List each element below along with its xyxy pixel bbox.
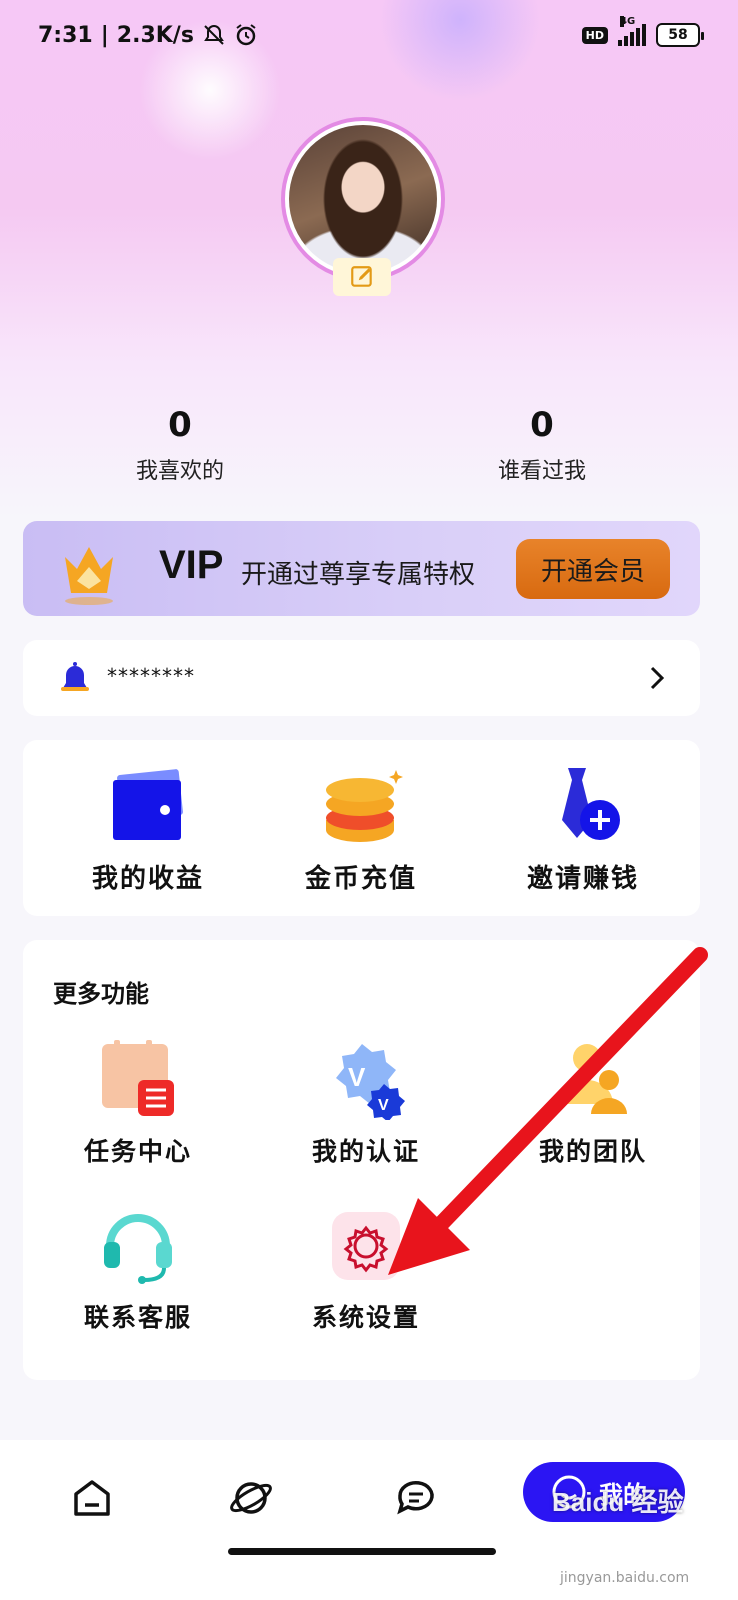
tab-home[interactable] — [62, 1468, 122, 1528]
my-team-button[interactable]: 我的团队 — [503, 1040, 683, 1180]
more-functions-title: 更多功能 — [53, 980, 149, 1008]
verified-badge-icon: V V — [336, 1044, 405, 1120]
my-earnings-button[interactable]: 我的收益 — [48, 740, 248, 916]
notice-text: ******** — [107, 664, 195, 688]
wallet-icon — [113, 769, 183, 840]
quick-actions-card: 我的收益 金币充值 邀请赚钱 — [23, 740, 700, 916]
stat-viewers-count: 0 — [530, 405, 554, 445]
more-functions-card: 更多功能 任务中心 V V 我的认证 我的团队 联系客服 系统设置 — [23, 940, 700, 1380]
avatar[interactable] — [281, 117, 445, 281]
stat-viewers[interactable]: 0 谁看过我 — [442, 405, 642, 485]
task-center-button[interactable]: 任务中心 — [48, 1040, 228, 1180]
system-settings-button[interactable]: 系统设置 — [276, 1206, 456, 1346]
tab-messages[interactable] — [386, 1468, 446, 1528]
baidu-watermark-url: jingyan.baidu.com — [560, 1570, 690, 1586]
status-net-speed: 2.3K/s — [116, 22, 194, 48]
alarm-icon — [234, 23, 258, 47]
stat-liked-label: 我喜欢的 — [135, 459, 224, 484]
edit-icon — [351, 266, 372, 287]
open-membership-button[interactable]: 开通会员 — [516, 539, 670, 599]
gear-icon — [332, 1212, 400, 1280]
invite-tie-icon — [562, 768, 620, 840]
my-verification-label: 我的认证 — [311, 1137, 420, 1166]
avatar-image — [289, 125, 437, 273]
my-team-label: 我的团队 — [538, 1137, 647, 1166]
invite-earn-label: 邀请赚钱 — [526, 864, 639, 894]
task-center-label: 任务中心 — [83, 1137, 192, 1166]
my-earnings-label: 我的收益 — [91, 864, 204, 894]
mute-icon — [202, 23, 226, 47]
hd-badge: HD — [581, 26, 608, 44]
stat-liked[interactable]: 0 我喜欢的 — [80, 405, 280, 485]
status-bar: 7:31 | 2.3K/s HD 4G 58 — [0, 0, 738, 70]
contact-support-label: 联系客服 — [83, 1303, 192, 1332]
headset-icon — [104, 1214, 172, 1284]
home-icon — [74, 1480, 110, 1516]
edit-profile-button[interactable] — [333, 258, 391, 296]
chevron-right-icon — [650, 666, 665, 690]
task-calendar-icon — [102, 1040, 174, 1116]
vip-title: VIP — [159, 543, 224, 587]
planet-icon — [230, 1482, 272, 1514]
coin-recharge-label: 金币充值 — [304, 864, 417, 894]
baidu-watermark: Baidu 经验 — [552, 1487, 684, 1517]
bell-icon — [61, 662, 89, 691]
svg-text:V: V — [378, 1097, 389, 1114]
profile-stats: 0 我喜欢的 0 谁看过我 — [0, 405, 738, 495]
coins-icon — [326, 770, 403, 842]
vip-banner[interactable]: VIP 开通过尊享专属特权 开通会员 — [23, 521, 700, 616]
signal-icon: 4G — [618, 16, 646, 46]
invite-earn-button[interactable]: 邀请赚钱 — [483, 740, 683, 916]
battery-level: 58 — [668, 27, 688, 43]
coin-recharge-button[interactable]: 金币充值 — [261, 740, 461, 916]
home-indicator[interactable] — [228, 1548, 496, 1555]
stat-liked-count: 0 — [168, 405, 192, 445]
crown-icon — [65, 547, 113, 605]
vip-description: 开通过尊享专属特权 — [241, 560, 476, 590]
tab-discover[interactable] — [221, 1468, 281, 1528]
chat-icon — [397, 1480, 434, 1515]
status-time: 7:31 — [38, 22, 93, 48]
contact-support-button[interactable]: 联系客服 — [48, 1206, 228, 1346]
team-icon — [561, 1044, 627, 1114]
system-settings-label: 系统设置 — [311, 1303, 420, 1332]
status-separator: | — [100, 22, 109, 48]
battery-icon: 58 — [656, 23, 704, 47]
svg-text:V: V — [348, 1062, 366, 1092]
stat-viewers-label: 谁看过我 — [497, 459, 586, 484]
notice-bar[interactable]: ******** — [23, 640, 700, 716]
my-verification-button[interactable]: V V 我的认证 — [276, 1040, 456, 1180]
network-type: 4G — [620, 16, 636, 27]
